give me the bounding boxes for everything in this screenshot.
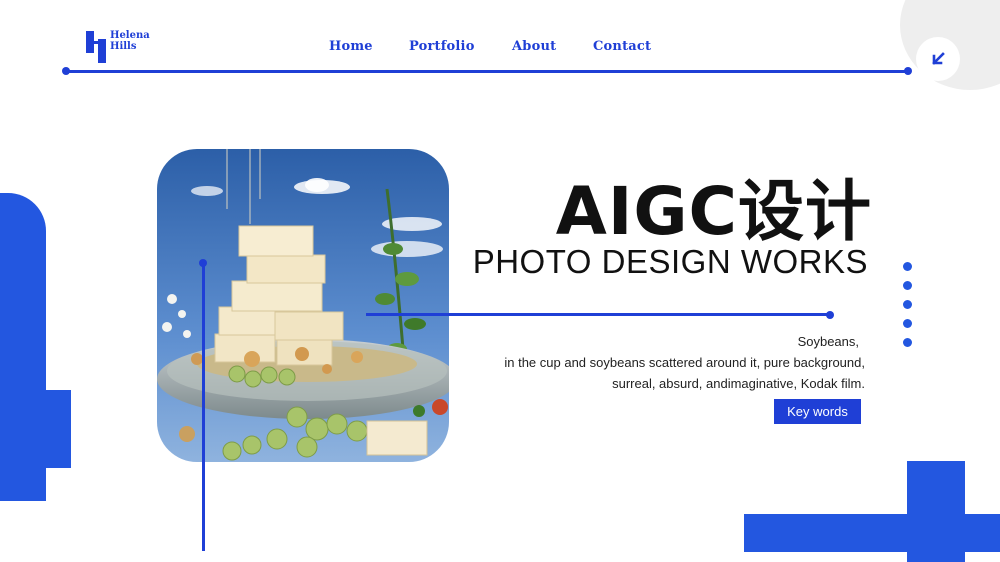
desc-line-2: in the cup and soybeans scattered around… [504,355,865,370]
bottom-right-blue-bar [744,514,1000,552]
desc-line-1: Soybeans, [797,334,859,349]
nav-contact[interactable]: Contact [593,39,651,54]
nav-portfolio[interactable]: Portfolio [409,39,475,54]
side-pagination-dots [903,262,912,357]
hero-description: Soybeans, in the cup and soybeans scatte… [504,331,865,394]
nav-home[interactable]: Home [329,39,373,54]
vertical-line-dot [199,259,207,267]
arrow-down-left-icon [932,52,945,65]
pagination-dot[interactable] [903,281,912,290]
desc-line-3: surreal, absurd, andimaginative, Kodak f… [612,376,865,391]
horizontal-accent-line [366,313,830,316]
logo[interactable]: Helena Hills [86,29,156,65]
left-blue-step [0,390,71,468]
hero-photo [157,149,449,462]
corner-arrow-button[interactable] [916,37,960,81]
pagination-dot[interactable] [903,262,912,271]
logo-text-line1: Helena [110,30,150,41]
logo-mark-bar [86,41,106,44]
nav-about[interactable]: About [512,39,556,54]
hero-subtitle: PHOTO DESIGN WORKS [472,243,868,280]
logo-text-line2: Hills [110,41,137,52]
hero-title: AIGC设计 [555,173,872,250]
header-divider [66,70,908,73]
pagination-dot[interactable] [903,338,912,347]
header-divider-dot-left [62,67,70,75]
tofu-photo-illustration [157,149,449,462]
pagination-dot[interactable] [903,319,912,328]
keywords-button[interactable]: Key words [774,399,861,424]
header-divider-dot-right [904,67,912,75]
pagination-dot[interactable] [903,300,912,309]
vertical-accent-line [202,263,205,551]
horizontal-line-dot [826,311,834,319]
